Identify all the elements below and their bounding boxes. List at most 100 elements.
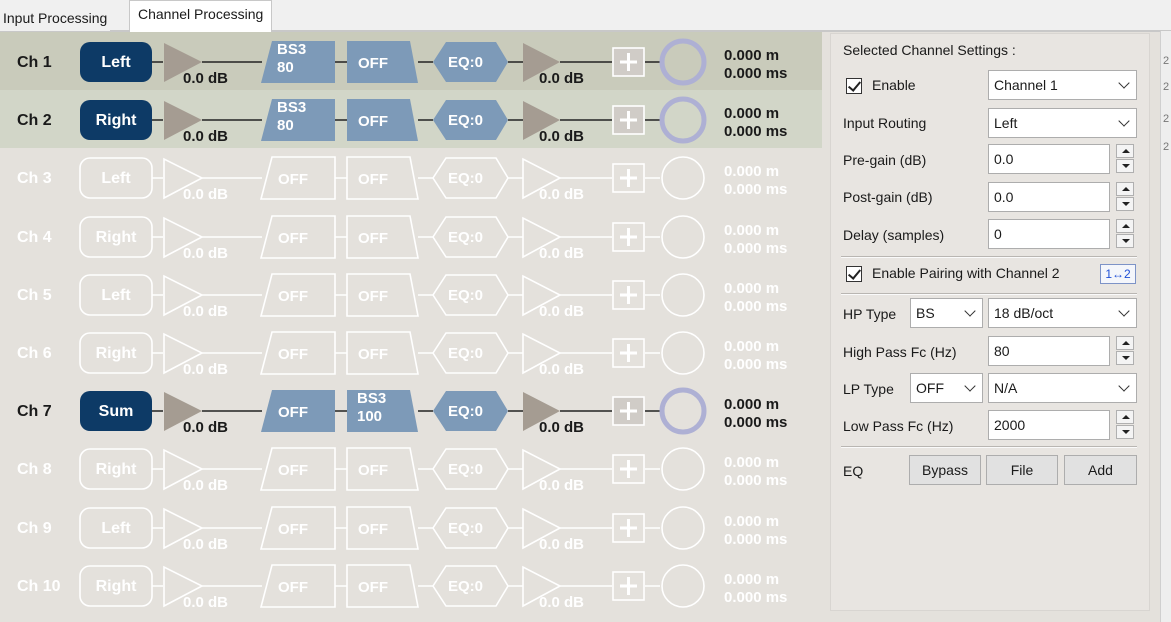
chevron-down-icon [964, 305, 976, 317]
pre-gain-value: 0.0 dB [183, 303, 229, 320]
channel-name: Ch 3 [17, 170, 52, 187]
delay-ring-icon[interactable] [661, 273, 705, 317]
spin-down-icon[interactable] [1116, 234, 1134, 248]
delay-ring-icon[interactable] [661, 331, 705, 375]
channel-select[interactable]: Channel 1 [988, 70, 1137, 100]
eq-label: EQ:0 [448, 578, 484, 595]
delay-ring-icon[interactable] [659, 96, 707, 144]
lowpass-type: OFF [358, 462, 388, 479]
spin-down-icon[interactable] [1116, 351, 1134, 365]
delay-ring-icon[interactable] [661, 447, 705, 491]
pairing-checkbox[interactable] [846, 266, 862, 282]
delay-input[interactable]: 0 [988, 219, 1110, 249]
delay-time-value: 0.000 ms [724, 181, 788, 198]
eq-bypass-button[interactable]: Bypass [909, 455, 981, 485]
spin-down-icon[interactable] [1116, 159, 1134, 173]
spin-down-icon[interactable] [1116, 197, 1134, 211]
eq-file-button[interactable]: File [986, 455, 1058, 485]
delay-time-value: 0.000 ms [724, 298, 788, 315]
edge-mark: 2 [1163, 141, 1170, 153]
spin-down-icon[interactable] [1116, 425, 1134, 439]
delay-ring-icon[interactable] [659, 38, 707, 86]
distance-value: 0.000 m [724, 280, 780, 297]
delay-ring-icon[interactable] [661, 156, 705, 200]
channel-row[interactable]: Ch 3 Left 0.0 dB OFF OFF EQ:0 0.0 dB 0.000 m 0.0… [0, 148, 822, 206]
channel-row[interactable]: Ch 2 Right 0.0 dB BS3 80 OFF EQ:0 0.0 dB 0.000 m… [0, 90, 822, 148]
channel-row[interactable]: Ch 9 Left 0.0 dB OFF OFF EQ:0 0.0 dB 0.000 m 0.0… [0, 498, 822, 556]
routing-label: Right [95, 345, 137, 362]
delay-ring-icon[interactable] [659, 387, 707, 435]
distance-value: 0.000 m [724, 571, 780, 588]
lp-fc-stepper[interactable] [1116, 410, 1134, 440]
pairing-label: Enable Pairing with Channel 2 [872, 265, 1060, 281]
pre-gain-value: 0.0 dB [183, 477, 229, 494]
channel-row[interactable]: Ch 7 Sum 0.0 dB OFF BS3 100 EQ:0 0.0 dB 0.000 m0… [0, 381, 822, 439]
distance-value: 0.000 m [724, 47, 780, 64]
highpass-type: OFF [278, 521, 308, 538]
enable-label: Enable [872, 77, 916, 93]
spin-up-icon[interactable] [1116, 336, 1134, 350]
input-routing-label: Input Routing [843, 115, 927, 131]
channel-row[interactable]: Ch 6 Right 0.0 dB OFF OFF EQ:0 0.0 dB 0.000 m 0.… [0, 323, 822, 381]
hp-fc-input[interactable]: 80 [988, 336, 1110, 366]
enable-checkbox[interactable] [846, 78, 862, 94]
post-gain-value: 0.0 dB [539, 419, 585, 436]
routing-label: Right [95, 112, 137, 129]
lowpass-type: OFF [358, 288, 388, 305]
distance-value: 0.000 m [724, 338, 780, 355]
eq-label: EQ:0 [448, 520, 484, 537]
input-routing-select[interactable]: Left [988, 108, 1137, 138]
eq-label: EQ:0 [448, 112, 484, 129]
edge-mark: 2 [1163, 81, 1170, 93]
delay-ring-icon[interactable] [661, 564, 705, 608]
delay-time-value: 0.000 ms [724, 589, 788, 606]
channel-row[interactable]: Ch 5 Left 0.0 dB OFF OFF EQ:0 0.0 dB 0.000 m 0.0… [0, 265, 822, 323]
delay-stepper[interactable] [1116, 219, 1134, 249]
routing-label: Left [101, 54, 131, 71]
lp-type-select[interactable]: OFF [910, 373, 983, 403]
highpass-type: BS3 [277, 99, 307, 116]
pre-gain-stepper[interactable] [1116, 144, 1134, 174]
lowpass-type: OFF [358, 579, 388, 596]
routing-label: Left [101, 170, 131, 187]
channel-row[interactable]: Ch 4 Right 0.0 dB OFF OFF EQ:0 0.0 dB 0.000 m 0.… [0, 207, 822, 265]
spin-up-icon[interactable] [1116, 144, 1134, 158]
pair-link-button[interactable]: 1↔2 [1100, 264, 1136, 284]
hp-type-select[interactable]: BS [910, 298, 983, 328]
channel-row[interactable]: Ch 1 Left 0.0 dB BS3 80 OFF EQ:0 0.0 dB 0.000 m0… [0, 32, 822, 90]
lowpass-type: OFF [358, 113, 388, 130]
lp-fc-input[interactable]: 2000 [988, 410, 1110, 440]
delay-ring-icon[interactable] [661, 506, 705, 550]
hp-fc-stepper[interactable] [1116, 336, 1134, 366]
channel-row[interactable]: Ch 10 Right 0.0 dB OFF OFF EQ:0 0.0 dB 0.000 m0… [0, 556, 822, 614]
post-gain-input[interactable]: 0.0 [988, 182, 1110, 212]
tab-input-processing[interactable]: Input Processing [0, 6, 111, 31]
post-gain-value: 0.0 dB [539, 536, 585, 553]
hp-type-label: HP Type [843, 306, 897, 322]
spin-up-icon[interactable] [1116, 182, 1134, 196]
tab-channel-processing[interactable]: Channel Processing [129, 0, 273, 32]
post-gain-stepper[interactable] [1116, 182, 1134, 212]
lp-slope-select[interactable]: N/A [988, 373, 1137, 403]
pre-gain-value: 0.0 dB [183, 186, 229, 203]
lp-type-label: LP Type [843, 381, 894, 397]
spin-up-icon[interactable] [1116, 219, 1134, 233]
delay-ring-icon[interactable] [661, 215, 705, 259]
post-gain-value: 0.0 dB [539, 477, 585, 494]
lowpass-type: BS3 [357, 390, 387, 407]
eq-label: EQ [843, 463, 864, 479]
post-gain-value: 0.0 dB [539, 303, 585, 320]
hp-type-value: BS [916, 305, 935, 321]
post-gain-value: 0.0 dB [539, 186, 585, 203]
separator [841, 256, 1137, 258]
channel-name: Ch 7 [17, 403, 52, 420]
eq-add-button[interactable]: Add [1064, 455, 1137, 485]
hp-slope-select[interactable]: 18 dB/oct [988, 298, 1137, 328]
hp-slope-value: 18 dB/oct [994, 305, 1054, 321]
chevron-down-icon [1118, 305, 1130, 317]
channel-row[interactable]: Ch 8 Right 0.0 dB OFF OFF EQ:0 0.0 dB 0.000 m 0.… [0, 439, 822, 497]
distance-value: 0.000 m [724, 513, 780, 530]
channel-name: Ch 8 [17, 461, 52, 478]
spin-up-icon[interactable] [1116, 410, 1134, 424]
pre-gain-input[interactable]: 0.0 [988, 144, 1110, 174]
